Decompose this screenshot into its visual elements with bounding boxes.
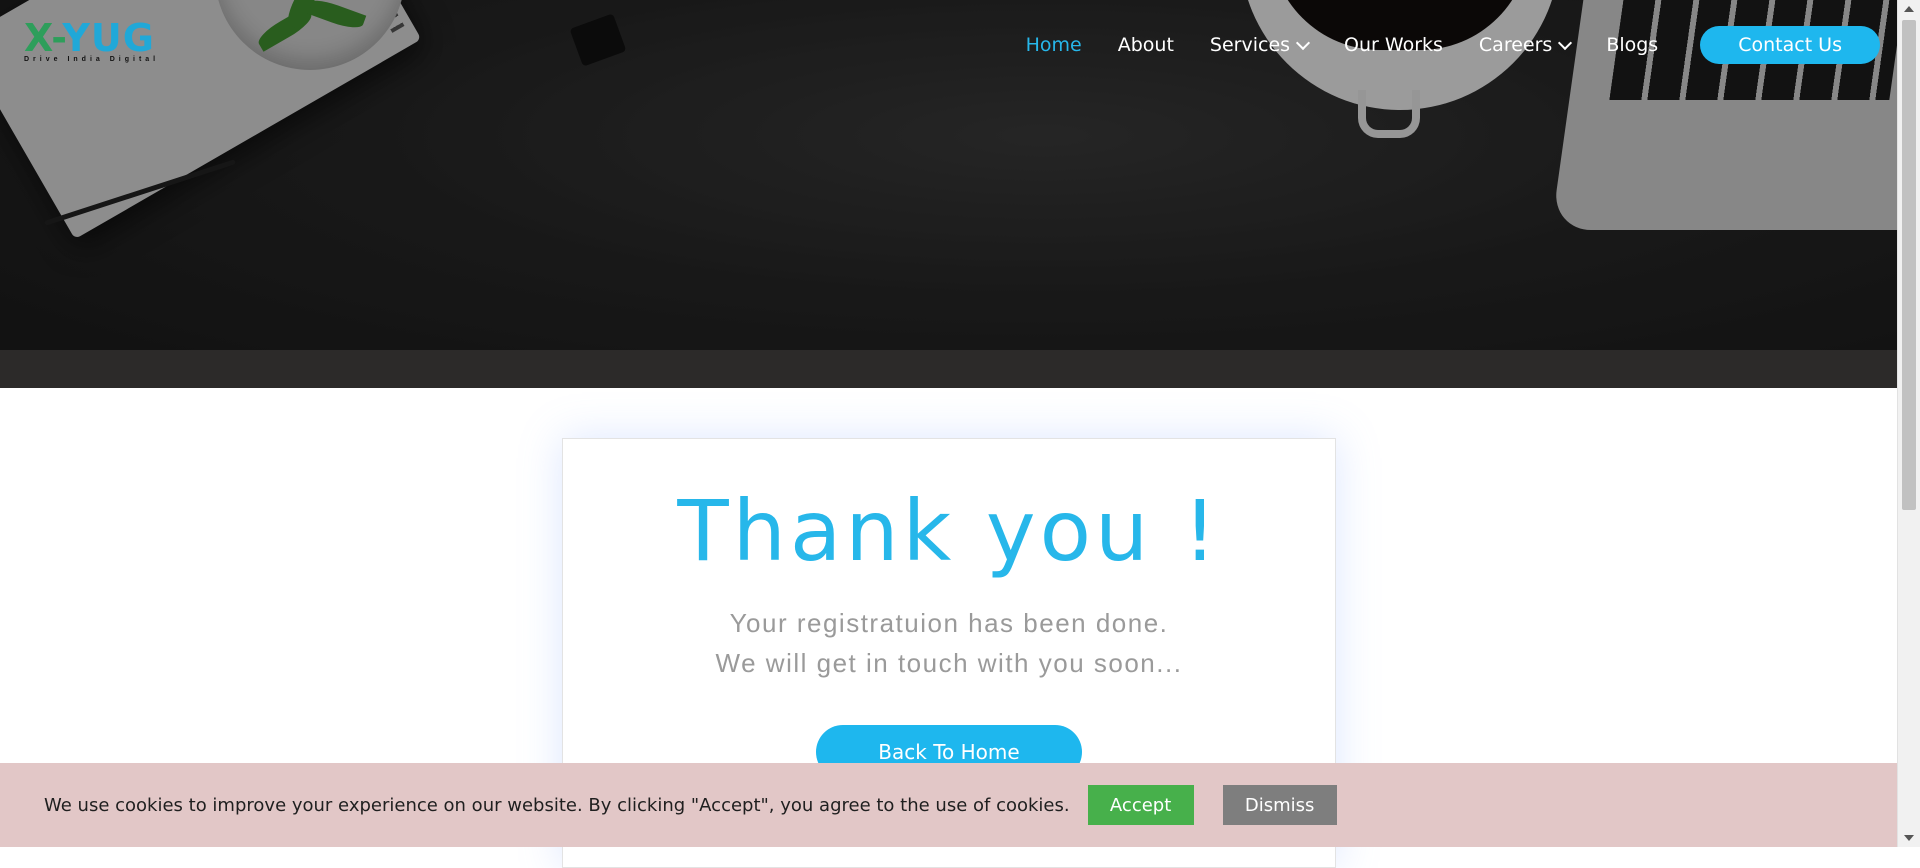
confirmation-message: Your registratuion has been done. We wil… [563,603,1335,683]
cookie-message: We use cookies to improve your experienc… [44,794,1070,816]
main-nav: Home About Services Our Works Careers Bl… [990,24,1880,66]
vertical-scrollbar[interactable] [1897,0,1920,847]
nav-home[interactable]: Home [1026,34,1082,56]
chevron-down-icon [1558,35,1573,50]
nav-about[interactable]: About [1118,34,1174,56]
scroll-up-arrow-icon[interactable] [1904,6,1914,12]
nav-services[interactable]: Services [1210,34,1311,56]
cookie-banner: We use cookies to improve your experienc… [0,763,1898,847]
logo-text: X-YUG [24,16,155,60]
nav-blogs[interactable]: Blogs [1606,34,1658,56]
chevron-down-icon [1295,35,1311,50]
nav-our-works[interactable]: Our Works [1344,34,1443,56]
site-logo[interactable]: X-YUG Drive India Digital [24,18,164,70]
confirmation-line-2: We will get in touch with you soon... [715,648,1183,678]
dismiss-cookies-button[interactable]: Dismiss [1222,785,1337,825]
logo-tagline: Drive India Digital [24,56,160,63]
nav-careers[interactable]: Careers [1479,34,1573,56]
thank-you-heading: Thank you ! [677,482,1221,580]
accept-cookies-button[interactable]: Accept [1087,785,1194,825]
confirmation-line-1: Your registratuion has been done. [729,608,1169,638]
contact-us-button[interactable]: Contact Us [1700,26,1880,64]
scroll-down-arrow-icon[interactable] [1904,835,1914,841]
scrollbar-thumb[interactable] [1902,20,1916,510]
